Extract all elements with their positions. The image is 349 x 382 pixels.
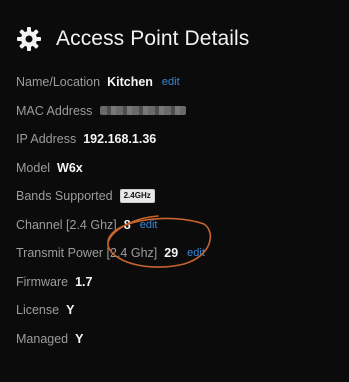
managed-label: Managed — [16, 331, 69, 346]
bands-supported-label: Bands Supported — [16, 189, 113, 204]
ip-address-label: IP Address — [16, 132, 77, 147]
ip-address-value: 192.168.1.36 — [83, 132, 157, 147]
detail-row-mac-address: MAC Address — [16, 97, 336, 126]
model-value: W6x — [57, 160, 83, 175]
detail-row-ip-address: IP Address 192.168.1.36 — [16, 125, 336, 154]
detail-row-channel: Channel [2.4 Ghz] 8 edit — [16, 211, 336, 240]
mac-address-label: MAC Address — [16, 103, 93, 118]
gear-icon — [16, 26, 42, 52]
edit-channel-link[interactable]: edit — [140, 219, 158, 231]
detail-row-firmware: Firmware 1.7 — [16, 268, 336, 297]
license-value: Y — [66, 303, 75, 318]
detail-row-name-location: Name/Location Kitchen edit — [16, 68, 336, 97]
details-list: Name/Location Kitchen edit MAC Address I… — [16, 68, 336, 353]
detail-row-license: License Y — [16, 296, 336, 325]
access-point-details-panel: Access Point Details Name/Location Kitch… — [0, 0, 349, 382]
name-location-label: Name/Location — [16, 75, 101, 90]
edit-name-location-link[interactable]: edit — [162, 76, 180, 88]
detail-row-managed: Managed Y — [16, 325, 336, 354]
channel-value: 8 — [123, 217, 131, 232]
firmware-value: 1.7 — [75, 274, 93, 289]
name-location-value: Kitchen — [107, 75, 153, 90]
band-badge: 2.4GHz — [119, 189, 155, 204]
managed-value: Y — [75, 331, 84, 346]
transmit-power-value: 29 — [164, 246, 179, 261]
license-label: License — [16, 303, 60, 318]
panel-header: Access Point Details — [16, 22, 249, 56]
edit-transmit-power-link[interactable]: edit — [187, 247, 205, 259]
mac-address-redacted-value — [100, 106, 187, 116]
channel-label: Channel [2.4 Ghz] — [16, 217, 117, 232]
transmit-power-label: Transmit Power [2.4 Ghz] — [16, 246, 158, 261]
page-title: Access Point Details — [56, 27, 250, 50]
detail-row-model: Model W6x — [16, 154, 336, 183]
firmware-label: Firmware — [16, 274, 69, 289]
detail-row-transmit-power: Transmit Power [2.4 Ghz] 29 edit — [16, 239, 336, 268]
detail-row-bands-supported: Bands Supported 2.4GHz — [16, 182, 336, 211]
model-label: Model — [16, 160, 51, 175]
